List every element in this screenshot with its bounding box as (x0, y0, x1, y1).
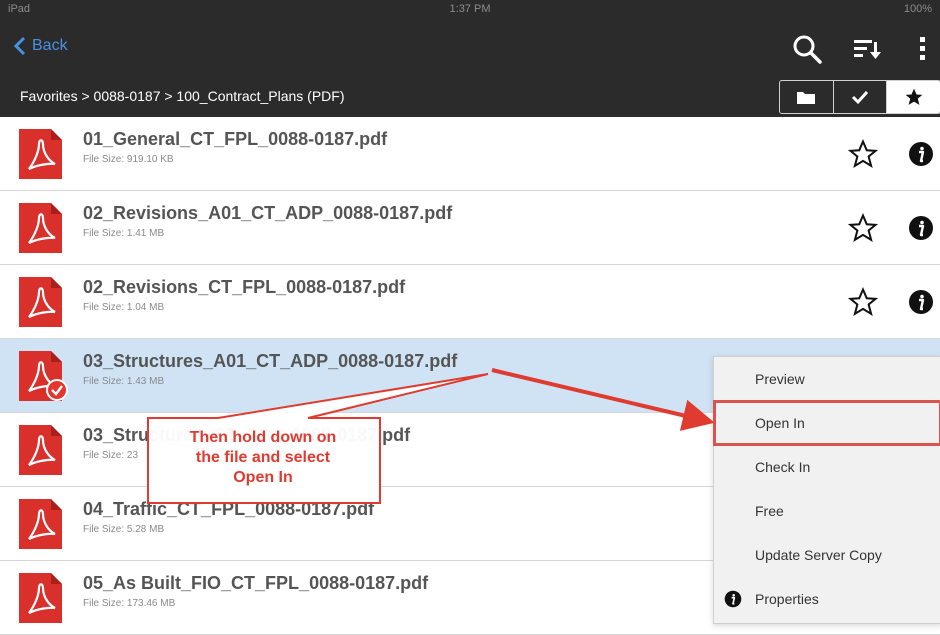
menu-item-label: Update Server Copy (755, 547, 882, 563)
file-name: 01_General_CT_FPL_0088-0187.pdf (83, 129, 388, 149)
info-icon (724, 590, 742, 608)
menu-item-properties[interactable]: Properties (714, 577, 940, 621)
pdf-icon (19, 203, 62, 253)
menu-item-free[interactable]: Free (714, 489, 940, 533)
callout-line: the file and select (195, 449, 331, 466)
menu-item-label: Check In (755, 459, 811, 475)
clock: 1:37 PM (449, 3, 491, 15)
menu-item-check-in[interactable]: Check In (714, 445, 940, 489)
pdf-icon (19, 499, 62, 549)
sort-icon[interactable] (850, 32, 884, 66)
file-size: File Size: 173.46 MB (83, 598, 176, 609)
pdf-icon (19, 277, 62, 327)
file-size: File Size: 1.43 MB (83, 376, 165, 387)
menu-item-open-in[interactable]: Open In (713, 400, 940, 446)
menu-item-label: Preview (755, 371, 805, 387)
menu-item-update-server-copy[interactable]: Update Server Copy (714, 533, 940, 577)
checked-out-tab[interactable] (832, 81, 887, 113)
breadcrumb[interactable]: Favorites > 0088-0187 > 100_Contract_Pla… (20, 88, 345, 104)
back-button[interactable]: Back (14, 36, 68, 56)
callout-line: Then hold down on (189, 429, 337, 446)
navigation-bar: Back (0, 20, 940, 75)
star-icon[interactable] (848, 287, 878, 317)
star-icon (905, 88, 923, 105)
file-size: File Size: 1.04 MB (83, 302, 165, 313)
folder-icon (797, 92, 816, 104)
menu-item-preview[interactable]: Preview (714, 357, 940, 401)
file-row[interactable]: 02_Revisions_CT_FPL_0088-0187.pdf File S… (0, 265, 940, 339)
menu-item-label: Open In (755, 415, 805, 431)
file-row[interactable]: 01_General_CT_FPL_0088-0187.pdf File Siz… (0, 117, 940, 191)
menu-item-label: Free (755, 503, 784, 519)
file-size: File Size: 1.41 MB (83, 228, 165, 239)
star-icon[interactable] (848, 139, 878, 169)
file-name: 05_As Built_FIO_CT_FPL_0088-0187.pdf (83, 573, 429, 593)
star-icon[interactable] (848, 213, 878, 243)
menu-item-label: Properties (755, 591, 819, 607)
more-icon[interactable] (906, 32, 940, 66)
file-name: 04_Traffic_CT_FPL_0088-0187.pdf (83, 499, 375, 519)
search-icon[interactable] (790, 32, 824, 66)
file-name: 02_Revisions_CT_FPL_0088-0187.pdf (83, 277, 406, 297)
file-name: 03_Structures_A01_CT_ADP_0088-0187.pdf (83, 351, 458, 371)
battery-label: 100% (903, 3, 932, 15)
context-menu: Preview Open In Check In Free Update Ser… (713, 356, 940, 624)
chevron-left-icon (14, 36, 26, 56)
file-row[interactable]: 02_Revisions_A01_CT_ADP_0088-0187.pdf Fi… (0, 191, 940, 265)
file-name: 02_Revisions_A01_CT_ADP_0088-0187.pdf (83, 203, 453, 223)
info-icon[interactable] (908, 289, 934, 315)
file-size: File Size: 23 (83, 450, 139, 461)
pdf-icon (19, 129, 62, 179)
favorites-tab[interactable] (886, 81, 940, 113)
pdf-icon (19, 425, 62, 475)
callout-text: Then hold down on the file and select Op… (148, 428, 378, 488)
back-label: Back (32, 37, 68, 54)
file-size: File Size: 5.28 MB (83, 524, 165, 535)
callout-line: Open In (233, 469, 293, 486)
info-icon[interactable] (908, 215, 934, 241)
pdf-icon (19, 573, 62, 623)
view-filter-segmented-control (779, 80, 940, 114)
check-icon (851, 90, 869, 105)
breadcrumb-bar: Favorites > 0088-0187 > 100_Contract_Pla… (0, 75, 940, 117)
info-icon[interactable] (908, 141, 934, 167)
file-size: File Size: 919.10 KB (83, 154, 174, 165)
status-bar: iPad 1:37 PM 100% (0, 0, 940, 20)
checked-out-badge-icon (46, 379, 68, 401)
folder-tab[interactable] (780, 81, 833, 113)
